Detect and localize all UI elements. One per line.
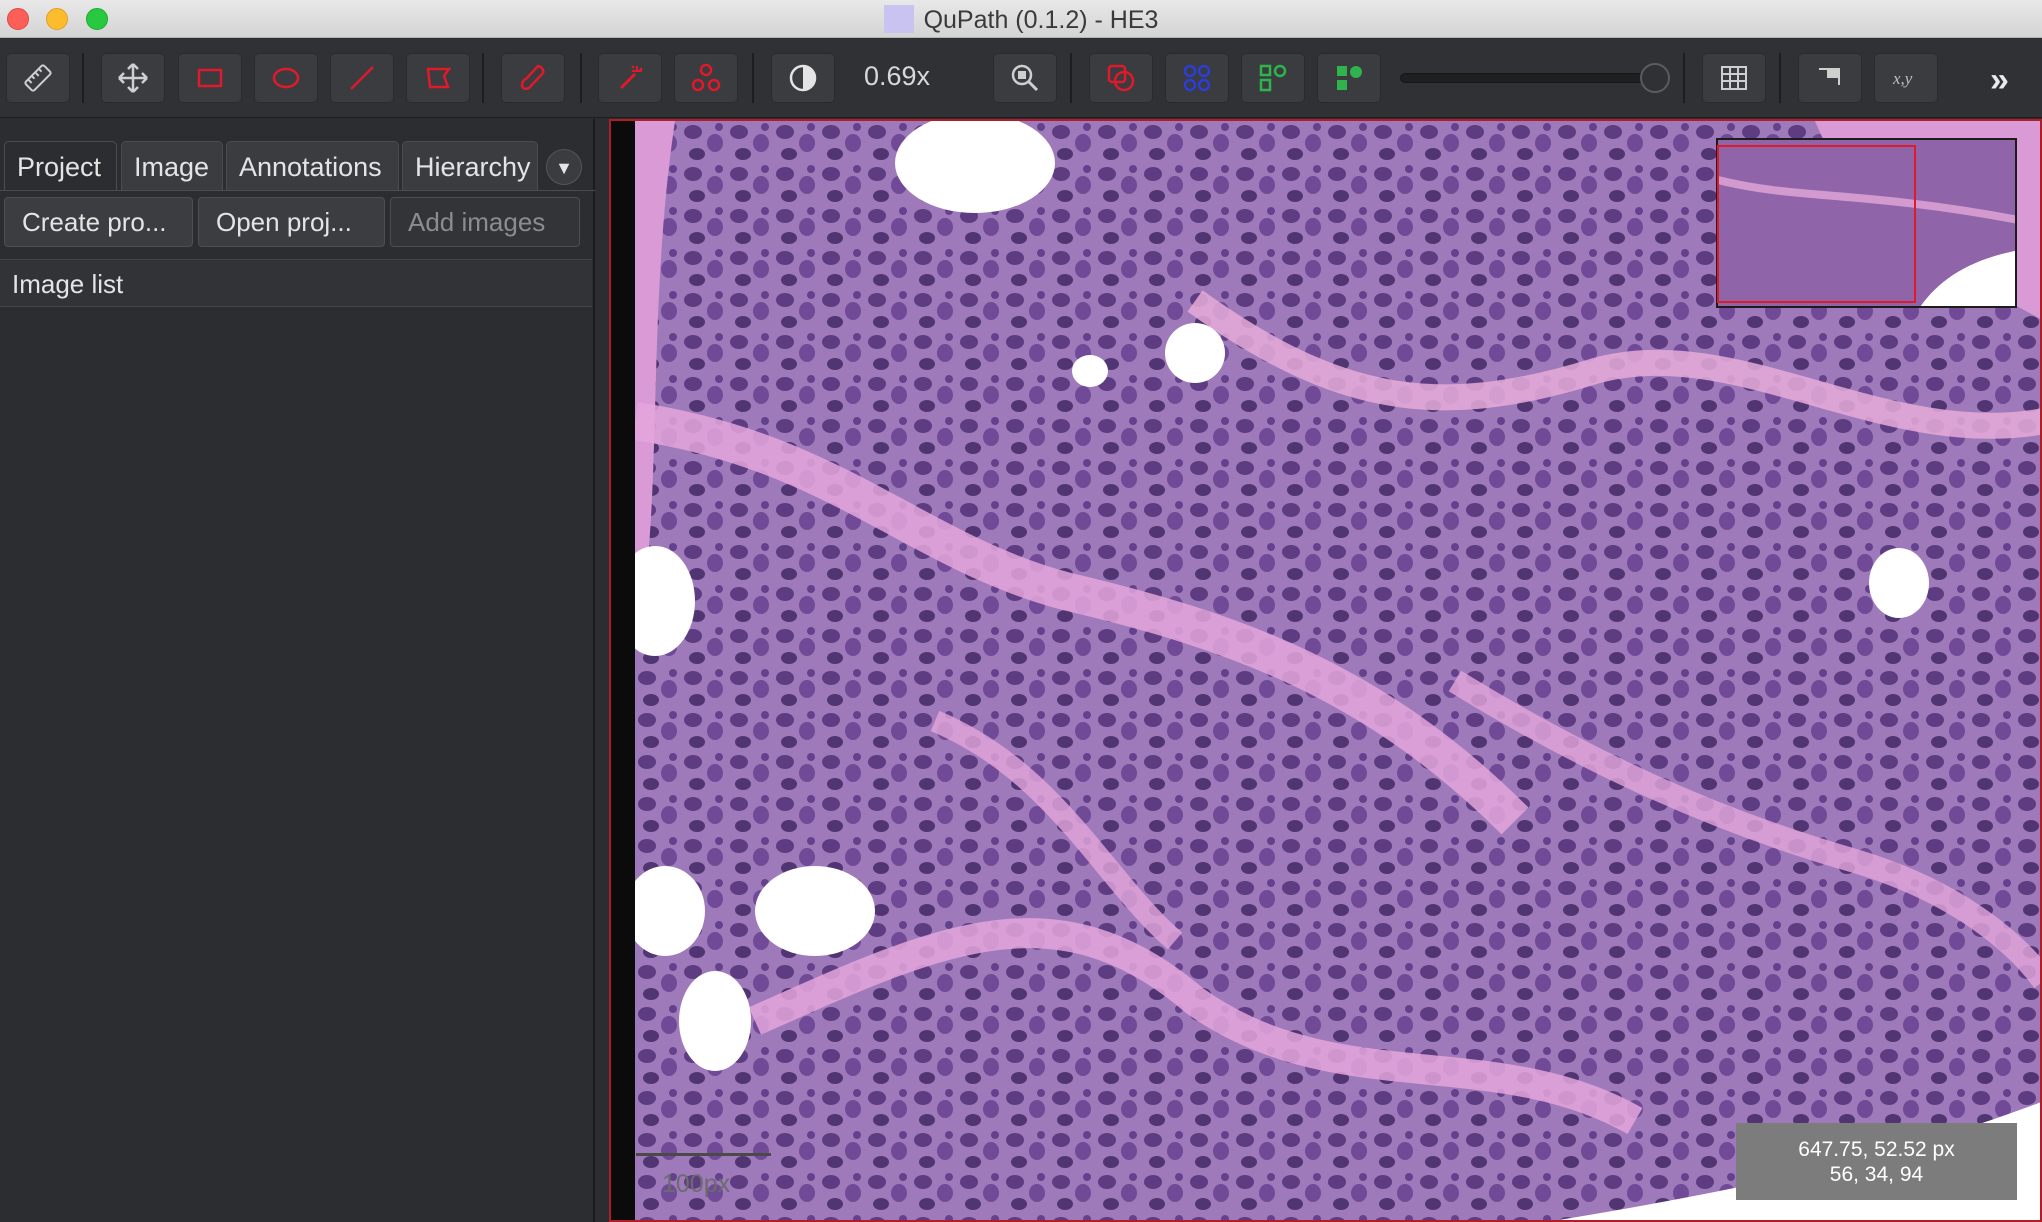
app-icon bbox=[883, 5, 914, 33]
brush-icon bbox=[520, 64, 545, 90]
show-detections-icon bbox=[1259, 64, 1287, 92]
pixel-value: 56, 34, 94 bbox=[1829, 1163, 1924, 1186]
panel-splitter[interactable] bbox=[597, 119, 609, 1222]
cursor-location-box: 647.75, 52.52 px 56, 34, 94 bbox=[1736, 1123, 2017, 1200]
panel-tabs: Project Image Annotations Hierarchy ▼ bbox=[0, 129, 595, 191]
tab-hierarchy[interactable]: Hierarchy bbox=[402, 141, 538, 191]
toolbar-separator bbox=[1683, 53, 1685, 103]
rectangle-icon bbox=[197, 68, 223, 88]
cursor-coordinates: 647.75, 52.52 px bbox=[1798, 1138, 1955, 1161]
brightness-contrast-button[interactable] bbox=[771, 53, 835, 103]
toolbar-separator bbox=[482, 53, 484, 103]
more-tools-icon[interactable]: » bbox=[1990, 61, 2009, 100]
zoom-level-label: 0.69x bbox=[864, 61, 931, 91]
show-annotations-icon bbox=[1107, 64, 1135, 92]
image-list-header[interactable]: Image list bbox=[0, 259, 592, 307]
rectangle-tool-button[interactable] bbox=[178, 53, 242, 103]
points-icon bbox=[691, 63, 721, 92]
toolbar-separator bbox=[1779, 53, 1781, 103]
tab-image[interactable]: Image bbox=[121, 141, 223, 191]
overview-viewport-rect[interactable] bbox=[1717, 145, 1916, 303]
tabs-overflow-dropdown[interactable]: ▼ bbox=[546, 149, 582, 185]
scalebar-label: 100px bbox=[662, 1170, 731, 1198]
show-overview-icon bbox=[1819, 68, 1840, 85]
open-project-button[interactable]: Open proj... bbox=[198, 197, 385, 247]
tab-annotations[interactable]: Annotations bbox=[226, 141, 399, 191]
ruler-icon bbox=[24, 64, 52, 92]
main-toolbar: 0.69x x,y » bbox=[0, 39, 2042, 118]
scalebar bbox=[636, 1153, 771, 1156]
measure-tool-button[interactable] bbox=[6, 53, 70, 103]
toolbar-separator bbox=[1070, 53, 1072, 103]
brightness-contrast-icon bbox=[789, 64, 817, 92]
move-tool-button[interactable] bbox=[101, 53, 165, 103]
show-annotations-button[interactable] bbox=[1089, 53, 1153, 103]
opacity-slider-thumb[interactable] bbox=[1640, 63, 1670, 93]
fill-detections-button[interactable] bbox=[1317, 53, 1381, 103]
zoom-to-fit-icon bbox=[1011, 64, 1039, 92]
line-icon bbox=[350, 66, 374, 90]
tab-project[interactable]: Project bbox=[4, 141, 117, 191]
title-bar: QuPath (0.1.2) - HE3 bbox=[0, 0, 2042, 38]
window-title: QuPath (0.1.2) - HE3 bbox=[923, 6, 1159, 34]
show-detections-button[interactable] bbox=[1241, 53, 1305, 103]
tab-divider bbox=[0, 190, 595, 191]
polygon-tool-button[interactable] bbox=[406, 53, 470, 103]
show-overview-button[interactable] bbox=[1798, 53, 1862, 103]
analysis-panel: Project Image Annotations Hierarchy ▼ Cr… bbox=[0, 119, 595, 1222]
opacity-slider-track[interactable] bbox=[1400, 73, 1668, 83]
svg-text:x,y: x,y bbox=[1892, 69, 1913, 88]
toolbar-separator bbox=[82, 53, 84, 103]
window-title-container: QuPath (0.1.2) - HE3 bbox=[0, 5, 2042, 35]
show-tma-grid-icon bbox=[1183, 64, 1211, 92]
ellipse-tool-button[interactable] bbox=[254, 53, 318, 103]
wand-icon bbox=[619, 65, 643, 90]
show-cursor-location-icon: x,y bbox=[1892, 69, 1913, 88]
fill-detections-icon bbox=[1337, 66, 1362, 90]
show-grid-icon bbox=[1721, 66, 1747, 90]
ellipse-icon bbox=[272, 67, 300, 89]
toolbar-separator bbox=[752, 53, 754, 103]
polygon-icon bbox=[426, 67, 452, 89]
wand-tool-button[interactable] bbox=[598, 53, 662, 103]
add-images-button[interactable]: Add images bbox=[390, 197, 580, 247]
show-tma-grid-button[interactable] bbox=[1165, 53, 1229, 103]
points-tool-button[interactable] bbox=[674, 53, 738, 103]
move-icon bbox=[118, 63, 148, 93]
line-tool-button[interactable] bbox=[330, 53, 394, 103]
create-project-button[interactable]: Create pro... bbox=[4, 197, 193, 247]
brush-tool-button[interactable] bbox=[501, 53, 565, 103]
show-grid-button[interactable] bbox=[1702, 53, 1766, 103]
show-cursor-location-button[interactable]: x,y bbox=[1874, 53, 1938, 103]
zoom-to-fit-button[interactable] bbox=[993, 53, 1057, 103]
toolbar-separator bbox=[580, 53, 582, 103]
